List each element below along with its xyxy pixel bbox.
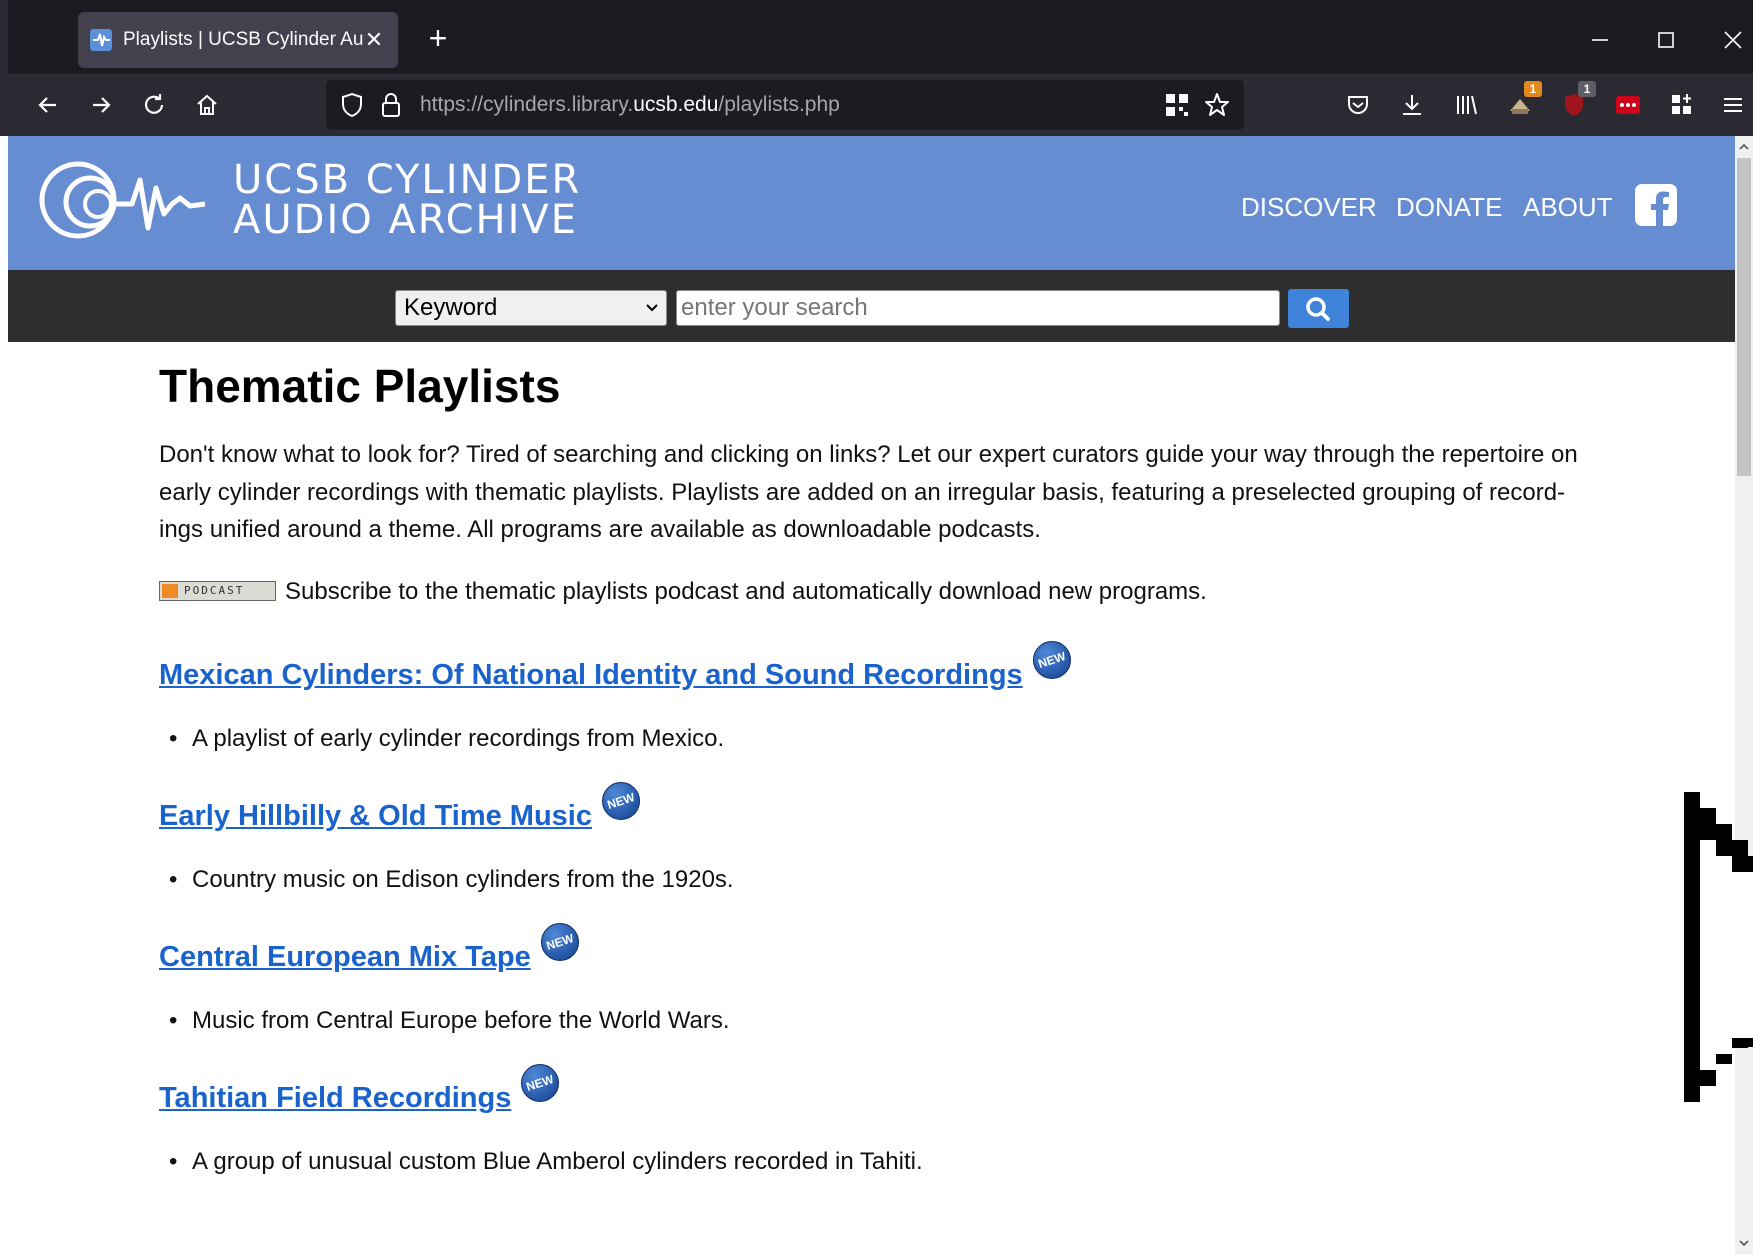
playlist-link[interactable]: Early Hillbilly & Old Time Music [159, 800, 592, 832]
new-badge-icon: NEW [601, 781, 640, 820]
forward-button[interactable] [83, 87, 119, 123]
qr-code-icon[interactable] [1162, 90, 1192, 120]
mouse-cursor-icon [1684, 792, 1753, 1102]
playlist-description: A group of unusual custom Blue Amberol c… [159, 1147, 1579, 1177]
playlist-description: A playlist of early cylinder recordings … [159, 724, 1579, 754]
browser-tab-active[interactable]: Playlists | UCSB Cylinder Audio Archive … [78, 12, 398, 68]
playlist-description: Country music on Edison cylinders from t… [159, 865, 1579, 895]
intro-line: ings unified around a theme. All program… [159, 516, 1041, 543]
site-favicon-icon [90, 29, 112, 51]
tab-title: Playlists | UCSB Cylinder Audio Archive [123, 29, 363, 50]
browser-toolbar: https://cylinders.library.ucsb.edu/playl… [0, 74, 1753, 136]
playlist-item: Tahitian Field Recordings NEW A group of … [159, 1063, 1579, 1177]
pocket-icon[interactable] [1340, 87, 1376, 123]
playlist-link[interactable]: Mexican Cylinders: Of National Identity … [159, 659, 1023, 691]
nav-about[interactable]: ABOUT [1523, 192, 1613, 222]
download-icon[interactable] [1394, 87, 1430, 123]
intro-paragraph: Don't know what to look for? Tired of se… [159, 436, 1579, 549]
url-text[interactable]: https://cylinders.library.ucsb.edu/playl… [420, 92, 840, 118]
url-prefix: https://cylinders.library. [420, 93, 634, 116]
search-type-select[interactable]: Keyword [395, 290, 667, 326]
extension-a-badge: 1 [1524, 81, 1542, 97]
playlist-item: Central European Mix Tape NEW Music from … [159, 922, 1579, 1036]
site-logo-text[interactable]: UCSB CYLINDER AUDIO ARCHIVE [233, 160, 581, 240]
new-badge-icon: NEW [540, 922, 579, 961]
playlist-description: Music from Central Europe before the Wor… [159, 1006, 1579, 1036]
url-path: /playlists.php [718, 93, 840, 116]
new-badge-icon: NEW [521, 1063, 560, 1102]
page-title: Thematic Playlists [159, 360, 561, 412]
playlist-link[interactable]: Tahitian Field Recordings [159, 1082, 511, 1114]
new-badge-label: NEW [524, 1071, 556, 1094]
site-header: UCSB CYLINDER AUDIO ARCHIVE DISCOVER DON… [8, 136, 1735, 270]
logo-line-1: UCSB CYLINDER [233, 157, 582, 203]
site-logo-icon[interactable] [30, 158, 230, 248]
tab-close-icon[interactable]: ✕ [360, 26, 388, 54]
intro-line: early cylinder recordings with thematic … [159, 478, 1566, 506]
menu-icon[interactable] [1715, 87, 1751, 123]
podcast-badge-button[interactable]: PODCAST [159, 580, 276, 601]
new-tab-button[interactable]: + [420, 20, 456, 56]
bookmark-star-icon[interactable] [1202, 90, 1232, 120]
password-manager-icon[interactable] [1610, 87, 1646, 123]
podcast-subscribe: PODCAST Subscribe to the thematic playli… [159, 575, 1579, 609]
podcast-text: Subscribe to the thematic playlists podc… [285, 577, 1207, 605]
playlist-item: Early Hillbilly & Old Time Music NEW Coun… [159, 781, 1579, 895]
new-badge-icon: NEW [1032, 640, 1071, 679]
playlist-link[interactable]: Central European Mix Tape [159, 941, 531, 973]
chevron-down-icon [644, 291, 660, 338]
lock-icon[interactable] [376, 89, 406, 121]
reload-button[interactable] [136, 87, 172, 123]
url-bar[interactable]: https://cylinders.library.ucsb.edu/playl… [326, 80, 1244, 130]
main-content: Thematic Playlists Don't know what to lo… [159, 358, 1579, 1177]
ublock-icon[interactable]: 1 [1556, 81, 1596, 123]
search-type-value: Keyword [404, 294, 498, 321]
browser-tab-strip: Playlists | UCSB Cylinder Audio Archive … [0, 0, 1753, 74]
search-bar: Keyword [8, 270, 1735, 342]
search-button[interactable] [1288, 289, 1349, 328]
ublock-badge: 1 [1578, 81, 1596, 97]
logo-line-2: AUDIO ARCHIVE [233, 197, 579, 243]
search-input[interactable] [676, 290, 1280, 326]
home-button[interactable] [189, 87, 225, 123]
playlist-item: Mexican Cylinders: Of National Identity … [159, 640, 1579, 754]
shield-icon[interactable] [336, 89, 368, 121]
new-badge-label: NEW [605, 789, 637, 812]
back-button[interactable] [30, 87, 66, 123]
scrollbar-thumb[interactable] [1737, 158, 1751, 476]
extension-a-icon[interactable]: 1 [1502, 81, 1542, 123]
minimize-button[interactable] [1572, 14, 1628, 64]
rss-icon [162, 583, 178, 598]
intro-line: Don't know what to look for? Tired of se… [159, 441, 1578, 468]
library-icon[interactable] [1448, 87, 1484, 123]
nav-donate[interactable]: DONATE [1396, 192, 1502, 222]
close-window-button[interactable] [1705, 14, 1753, 64]
facebook-icon[interactable] [1635, 184, 1677, 226]
scroll-up-icon[interactable] [1735, 138, 1753, 156]
search-icon [1306, 297, 1330, 321]
podcast-badge-label: PODCAST [184, 583, 245, 597]
scroll-down-icon[interactable] [1735, 1234, 1753, 1252]
extensions-icon[interactable] [1664, 87, 1700, 123]
new-badge-label: NEW [544, 930, 576, 953]
new-badge-label: NEW [1036, 648, 1068, 671]
page-viewport: UCSB CYLINDER AUDIO ARCHIVE DISCOVER DON… [8, 136, 1735, 1254]
url-domain: ucsb.edu [633, 93, 719, 116]
nav-discover[interactable]: DISCOVER [1241, 192, 1377, 222]
maximize-button[interactable] [1638, 14, 1694, 64]
